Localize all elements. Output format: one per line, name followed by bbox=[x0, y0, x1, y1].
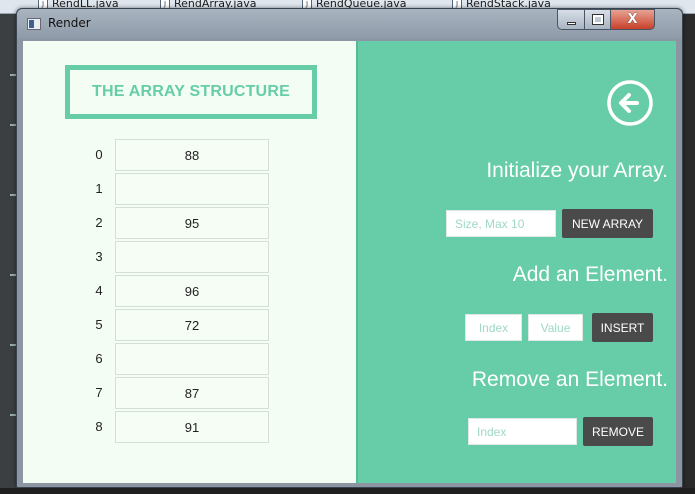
minimize-button[interactable] bbox=[557, 9, 585, 30]
close-button[interactable]: X bbox=[610, 9, 655, 30]
controls-panel: Initialize your Array. Size, Max 10 NEW … bbox=[356, 41, 676, 483]
array-display-panel: THE ARRAY STRUCTURE 0 88 1 2 95 3 4 96 5… bbox=[23, 41, 356, 483]
array-cell: 87 bbox=[115, 377, 269, 409]
render-window: Render X THE ARRAY STRUCTURE 0 88 1 2 95… bbox=[16, 8, 683, 488]
remove-element-heading: Remove an Element. bbox=[471, 368, 668, 391]
array-title: THE ARRAY STRUCTURE bbox=[92, 83, 290, 100]
insert-value-input[interactable]: Value bbox=[528, 314, 583, 341]
insert-index-input[interactable]: Index bbox=[465, 314, 522, 341]
array-index-label: 4 bbox=[95, 283, 103, 298]
array-cell: 96 bbox=[115, 275, 269, 307]
add-element-heading: Add an Element. bbox=[512, 263, 668, 286]
window-title: Render bbox=[48, 16, 91, 30]
array-cell: 72 bbox=[115, 309, 269, 341]
array-index-label: 8 bbox=[95, 419, 103, 434]
insert-button[interactable]: INSERT bbox=[592, 313, 653, 342]
new-array-button[interactable]: NEW ARRAY bbox=[562, 209, 653, 238]
array-cell bbox=[115, 343, 269, 375]
array-title-box: THE ARRAY STRUCTURE bbox=[65, 65, 317, 119]
window-app-icon[interactable] bbox=[27, 18, 41, 30]
window-content: THE ARRAY STRUCTURE 0 88 1 2 95 3 4 96 5… bbox=[23, 41, 676, 483]
remove-index-input[interactable]: Index bbox=[468, 418, 577, 445]
array-cell: 88 bbox=[115, 139, 269, 171]
array-index-label: 1 bbox=[95, 181, 103, 196]
title-bar[interactable]: Render X bbox=[17, 9, 682, 39]
array-index-label: 3 bbox=[95, 249, 103, 264]
array-size-input[interactable]: Size, Max 10 bbox=[446, 210, 556, 237]
initialize-heading: Initialize your Array. bbox=[486, 159, 668, 182]
array-cell: 91 bbox=[115, 411, 269, 443]
remove-button[interactable]: REMOVE bbox=[583, 417, 653, 446]
maximize-icon bbox=[591, 14, 604, 25]
array-index-label: 7 bbox=[95, 385, 103, 400]
array-cell: 95 bbox=[115, 207, 269, 239]
array-cell bbox=[115, 173, 269, 205]
array-cell bbox=[115, 241, 269, 273]
desktop-bottom-edge bbox=[0, 488, 695, 494]
array-index-label: 2 bbox=[95, 215, 103, 230]
array-index-label: 0 bbox=[95, 147, 103, 162]
maximize-button[interactable] bbox=[584, 9, 611, 30]
array-index-label: 6 bbox=[95, 351, 103, 366]
back-button[interactable] bbox=[606, 79, 654, 127]
minimize-icon bbox=[566, 22, 576, 25]
back-arrow-circle-icon bbox=[607, 80, 653, 126]
close-icon: X bbox=[627, 12, 638, 27]
array-index-label: 5 bbox=[95, 317, 103, 332]
